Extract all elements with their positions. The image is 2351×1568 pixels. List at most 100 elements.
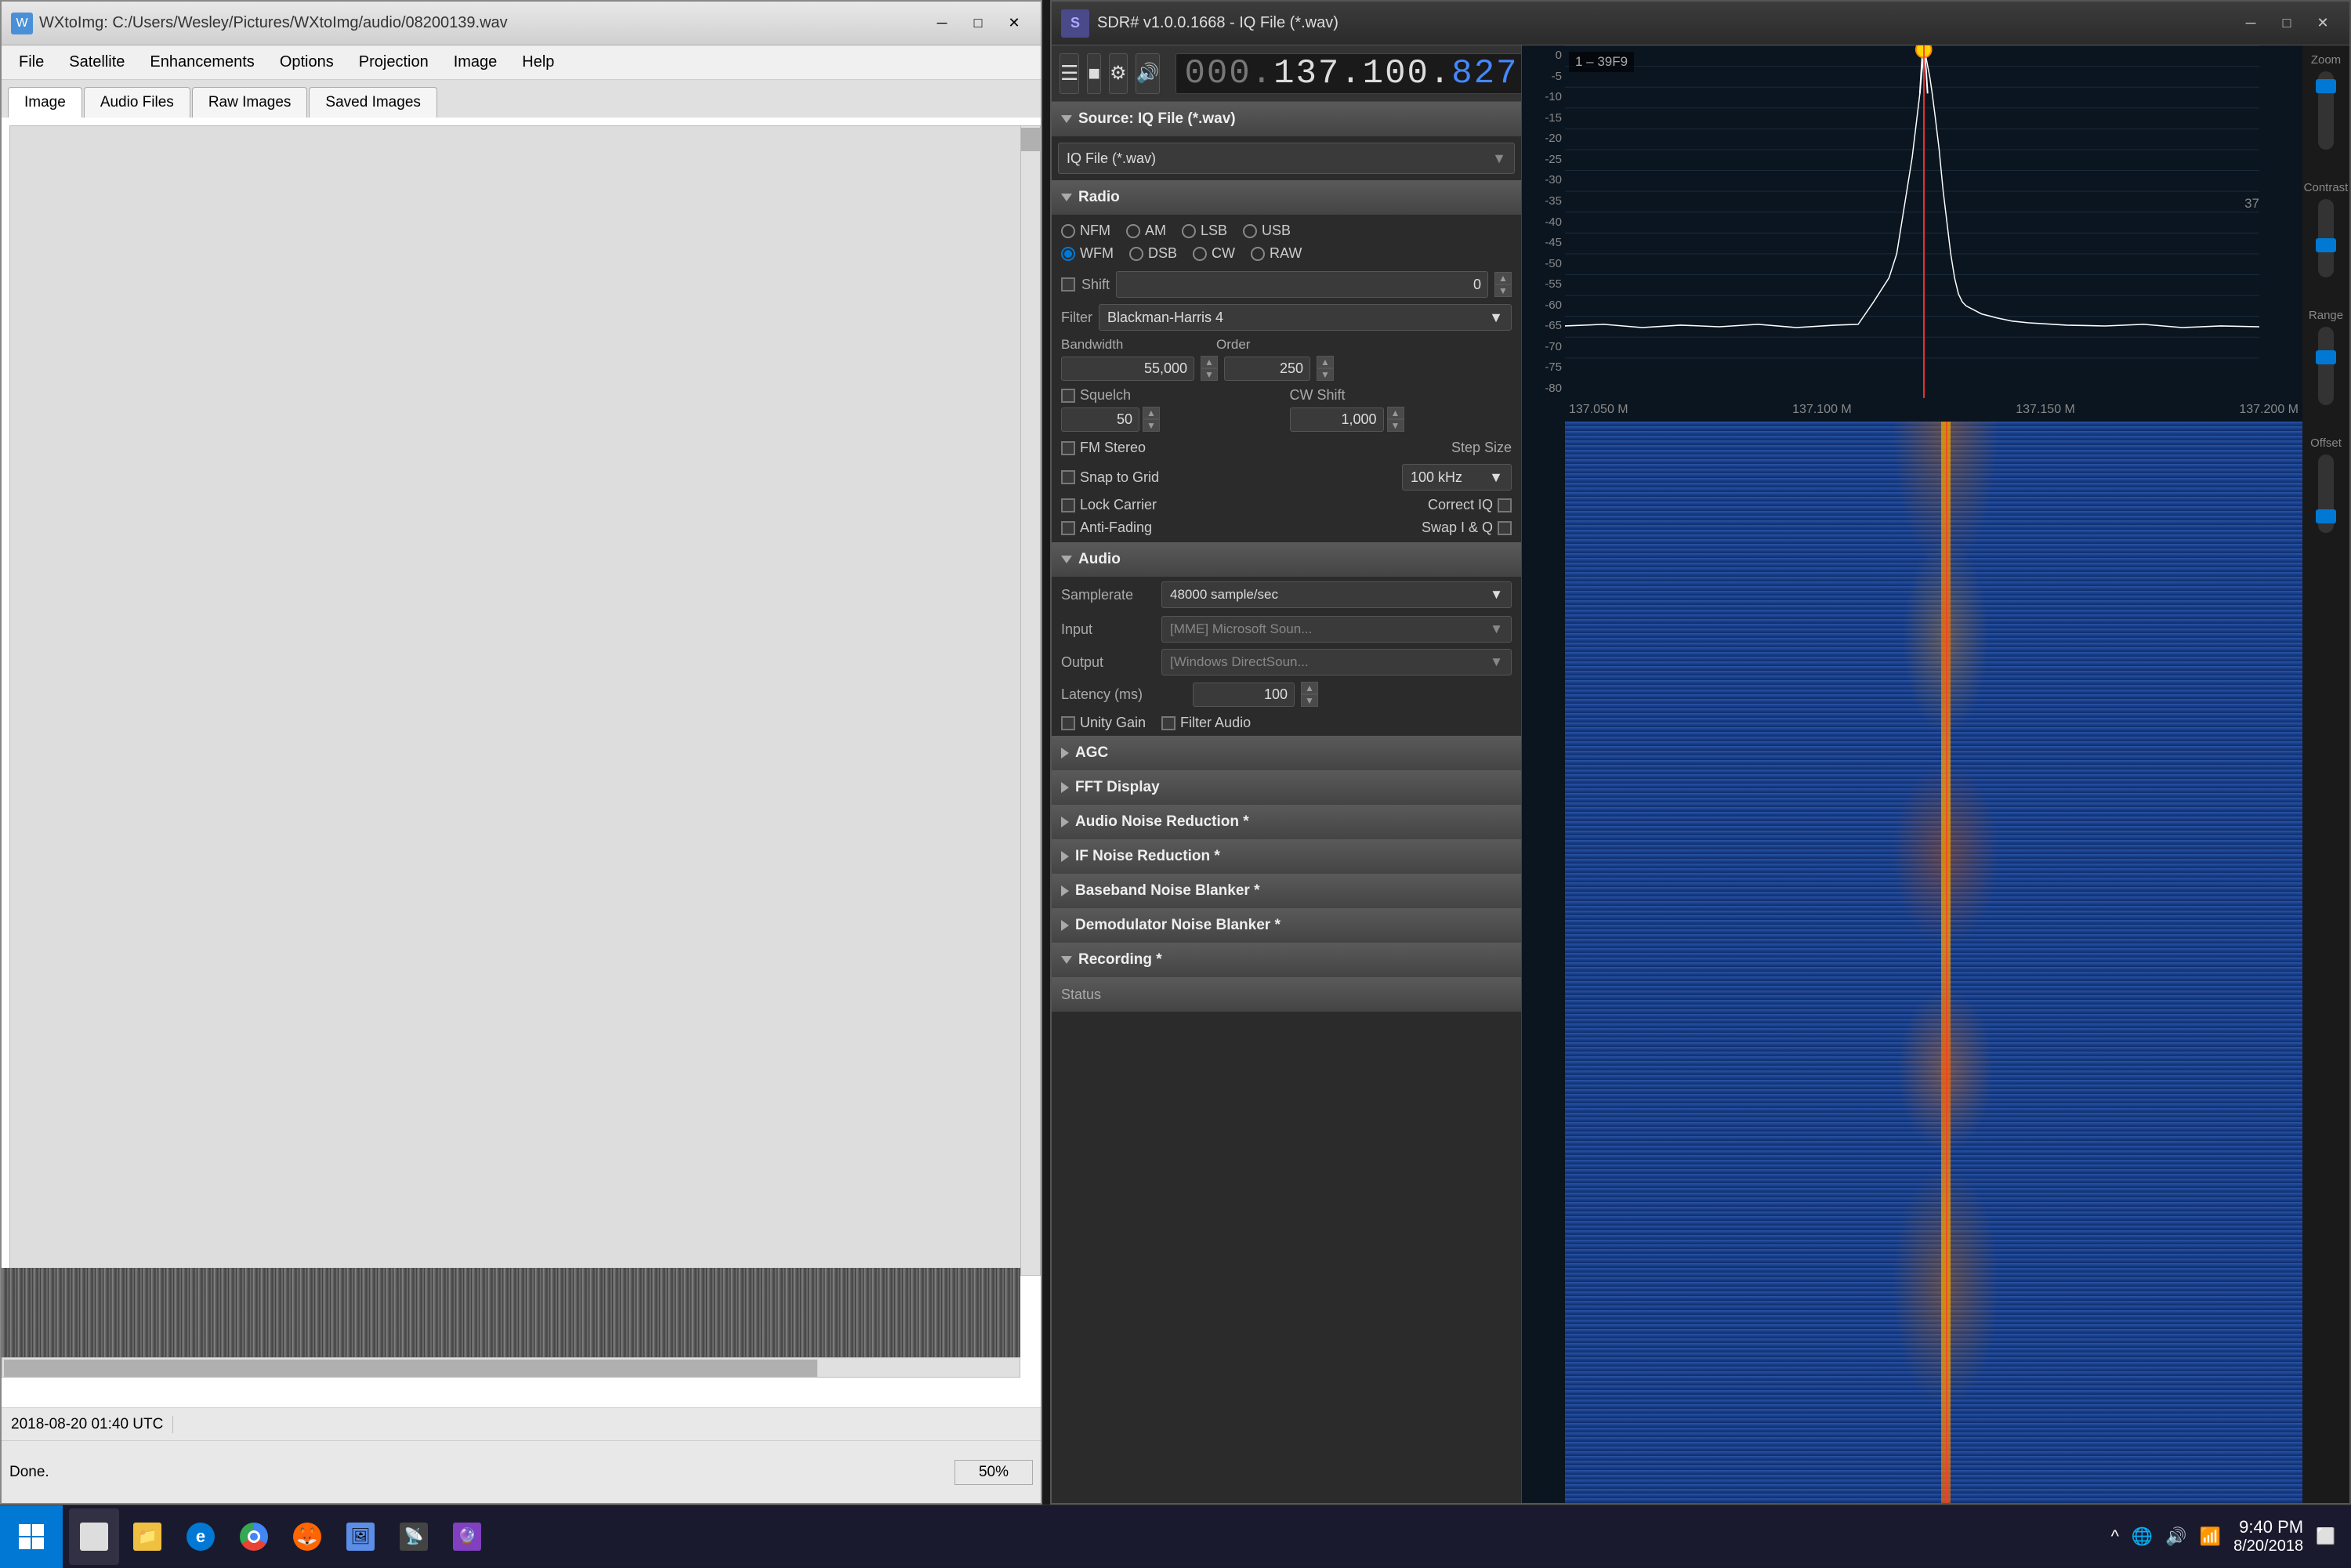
taskbar-app8[interactable]: 🔮 <box>442 1508 492 1565</box>
mode-raw[interactable]: RAW <box>1251 245 1302 262</box>
minimize-button[interactable]: ─ <box>925 9 959 38</box>
horizontal-scrollbar[interactable] <box>2 1357 1020 1378</box>
cw-shift-input[interactable] <box>1290 407 1384 432</box>
anti-fading-item[interactable]: Anti-Fading <box>1061 520 1152 536</box>
taskbar-edge[interactable]: e <box>176 1508 226 1565</box>
input-dropdown[interactable]: [MME] Microsoft Soun... ▼ <box>1161 616 1512 643</box>
sdr-close[interactable]: ✕ <box>2306 9 2340 38</box>
latency-up[interactable]: ▲ <box>1301 682 1318 694</box>
squelch-up[interactable]: ▲ <box>1143 407 1160 419</box>
filter-audio-item[interactable]: Filter Audio <box>1161 715 1251 731</box>
squelch-input[interactable] <box>1061 407 1139 432</box>
status-section[interactable]: Status <box>1052 977 1521 1012</box>
order-down[interactable]: ▼ <box>1317 368 1334 381</box>
taskbar-search[interactable] <box>69 1508 119 1565</box>
if-noise-section[interactable]: IF Noise Reduction * <box>1052 839 1521 874</box>
correct-iq-item[interactable]: Correct IQ <box>1428 497 1512 513</box>
audio-section-header[interactable]: Audio <box>1052 542 1521 577</box>
sdr-minimize[interactable]: ─ <box>2233 9 2268 38</box>
hamburger-button[interactable]: ☰ <box>1060 53 1079 94</box>
tray-network[interactable]: 🌐 <box>2132 1526 2153 1547</box>
mode-wfm[interactable]: WFM <box>1061 245 1114 262</box>
menu-enhancements[interactable]: Enhancements <box>139 49 265 76</box>
samplerate-dropdown[interactable]: 48000 sample/sec ▼ <box>1161 581 1512 608</box>
tab-raw-images[interactable]: Raw Images <box>192 87 308 118</box>
demod-noise-section[interactable]: Demodulator Noise Blanker * <box>1052 908 1521 943</box>
anti-fading-row: Anti-Fading Swap I & Q <box>1052 516 1521 539</box>
tab-saved-images[interactable]: Saved Images <box>309 87 437 118</box>
taskbar-app5[interactable]: 🦊 <box>282 1508 332 1565</box>
lock-carrier-item[interactable]: Lock Carrier <box>1061 497 1157 513</box>
latency-down[interactable]: ▼ <box>1301 694 1318 707</box>
settings-button[interactable]: ⚙ <box>1109 53 1128 94</box>
recording-section[interactable]: Recording * <box>1052 943 1521 977</box>
maximize-button[interactable]: □ <box>961 9 995 38</box>
shift-checkbox[interactable] <box>1061 277 1075 292</box>
bandwidth-input[interactable] <box>1061 357 1194 381</box>
demod-noise-arrow <box>1061 920 1069 931</box>
taskbar-app7[interactable]: 📡 <box>389 1508 439 1565</box>
taskbar-chrome[interactable] <box>229 1508 279 1565</box>
radio-section-header[interactable]: Radio <box>1052 180 1521 215</box>
start-button[interactable] <box>0 1505 63 1568</box>
bw-up[interactable]: ▲ <box>1201 356 1218 368</box>
menu-options[interactable]: Options <box>269 49 345 76</box>
mode-lsb[interactable]: LSB <box>1182 223 1227 239</box>
latency-input[interactable] <box>1193 683 1295 707</box>
scroll-thumb-v[interactable] <box>1021 128 1040 151</box>
audio-noise-section[interactable]: Audio Noise Reduction * <box>1052 805 1521 839</box>
zoom-slider[interactable] <box>2318 71 2334 150</box>
cw-down[interactable]: ▼ <box>1387 419 1404 432</box>
tray-volume[interactable]: 🔊 <box>2165 1526 2186 1547</box>
stop-button[interactable]: ■ <box>1087 53 1101 94</box>
unity-gain-item[interactable]: Unity Gain <box>1061 715 1146 731</box>
squelch-down[interactable]: ▼ <box>1143 419 1160 432</box>
shift-up[interactable]: ▲ <box>1494 272 1512 284</box>
sdr-maximize[interactable]: □ <box>2269 9 2304 38</box>
taskbar-app6[interactable]: 🖼 <box>335 1508 386 1565</box>
squelch-checkbox[interactable] <box>1061 389 1075 403</box>
samplerate-label: Samplerate <box>1061 587 1155 603</box>
latency-row: Latency (ms) ▲ ▼ <box>1052 679 1521 710</box>
step-dropdown[interactable]: 100 kHz ▼ <box>1402 464 1512 491</box>
mode-nfm[interactable]: NFM <box>1061 223 1110 239</box>
contrast-slider[interactable] <box>2318 199 2334 277</box>
tab-audio-files[interactable]: Audio Files <box>84 87 190 118</box>
range-slider[interactable] <box>2318 327 2334 405</box>
mode-dsb[interactable]: DSB <box>1129 245 1177 262</box>
order-input[interactable] <box>1224 357 1310 381</box>
snap-item[interactable]: Snap to Grid <box>1061 469 1159 486</box>
order-up[interactable]: ▲ <box>1317 356 1334 368</box>
source-section-header[interactable]: Source: IQ File (*.wav) <box>1052 102 1521 136</box>
tab-image[interactable]: Image <box>8 87 82 118</box>
menu-image[interactable]: Image <box>443 49 509 76</box>
tray-wifi[interactable]: 📶 <box>2200 1526 2221 1547</box>
mode-cw[interactable]: CW <box>1193 245 1235 262</box>
tray-clock[interactable]: 9:40 PM 8/20/2018 <box>2233 1517 2303 1555</box>
menu-help[interactable]: Help <box>511 49 565 76</box>
cw-up[interactable]: ▲ <box>1387 407 1404 419</box>
swap-iq-item[interactable]: Swap I & Q <box>1422 520 1512 536</box>
menu-file[interactable]: File <box>8 49 55 76</box>
bw-down[interactable]: ▼ <box>1201 368 1218 381</box>
output-dropdown[interactable]: [Windows DirectSoun... ▼ <box>1161 649 1512 675</box>
tray-expand[interactable]: ^ <box>2111 1526 2119 1547</box>
fft-section[interactable]: FFT Display <box>1052 770 1521 805</box>
fm-stereo-item[interactable]: FM Stereo <box>1061 440 1146 456</box>
menu-satellite[interactable]: Satellite <box>58 49 136 76</box>
source-dropdown[interactable]: IQ File (*.wav) ▼ <box>1058 143 1515 174</box>
filter-dropdown[interactable]: Blackman-Harris 4 ▼ <box>1099 304 1512 331</box>
close-button[interactable]: ✕ <box>997 9 1031 38</box>
audio-button[interactable]: 🔊 <box>1136 53 1161 94</box>
offset-slider[interactable] <box>2318 454 2334 533</box>
taskbar-file-exp[interactable]: 📁 <box>122 1508 172 1565</box>
vertical-scrollbar[interactable] <box>1020 125 1041 1276</box>
mode-usb[interactable]: USB <box>1243 223 1291 239</box>
agc-section[interactable]: AGC <box>1052 736 1521 770</box>
scroll-thumb-h[interactable] <box>4 1360 817 1377</box>
mode-am[interactable]: AM <box>1126 223 1166 239</box>
tray-show-desktop[interactable]: ⬜ <box>2316 1526 2335 1546</box>
baseband-noise-section[interactable]: Baseband Noise Blanker * <box>1052 874 1521 908</box>
shift-down[interactable]: ▼ <box>1494 284 1512 297</box>
menu-projection[interactable]: Projection <box>348 49 440 76</box>
